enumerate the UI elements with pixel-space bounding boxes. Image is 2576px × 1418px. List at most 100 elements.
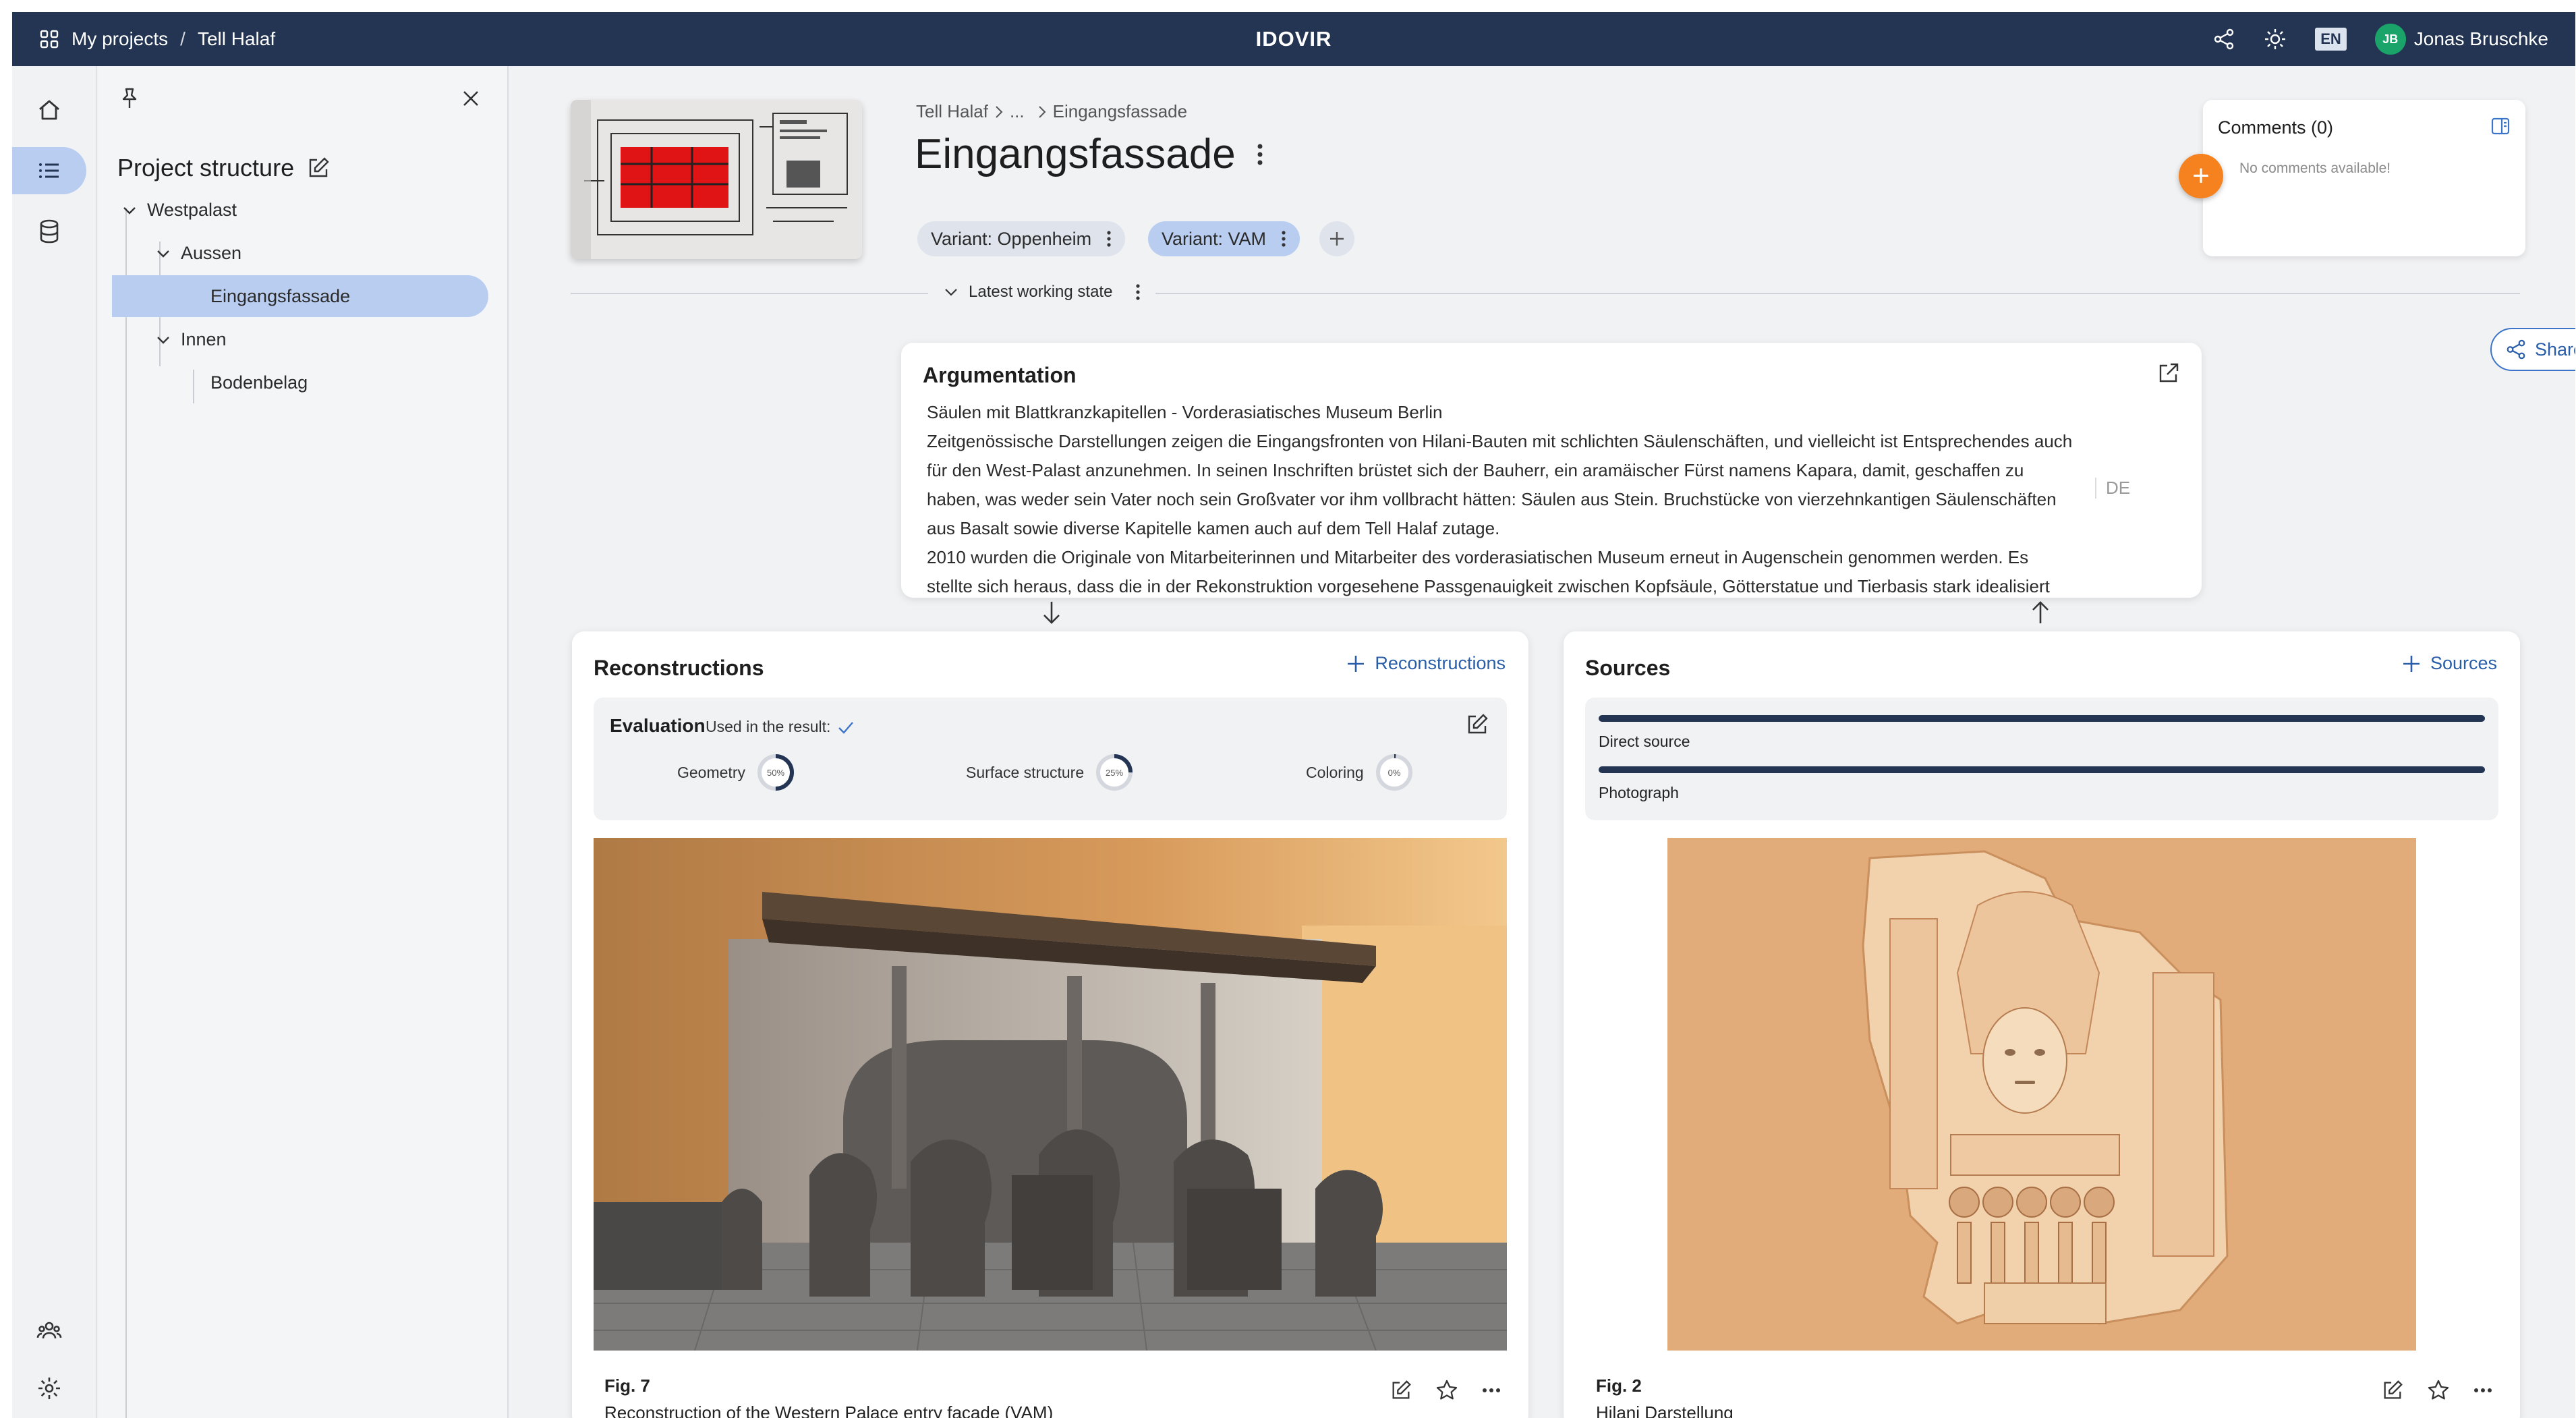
project-structure-label: Project structure bbox=[117, 154, 295, 181]
more-icon[interactable] bbox=[2473, 1387, 2493, 1394]
tree-item-label: Westpalast bbox=[147, 200, 237, 220]
sources-card: Sources Sources Direct source Photograph bbox=[1564, 631, 2520, 1418]
sources-title: Sources bbox=[1585, 656, 1671, 680]
tree-item-label: Innen bbox=[181, 329, 227, 349]
tree-item-bodenbelag[interactable]: Bodenbelag bbox=[210, 372, 308, 393]
variant-chip-oppenheim[interactable]: Variant: Oppenheim bbox=[917, 221, 1126, 256]
apps-icon[interactable] bbox=[39, 29, 59, 49]
pin-icon[interactable] bbox=[117, 86, 142, 111]
breadcrumb: Tell Halaf ... Eingangsfassade bbox=[916, 101, 1187, 122]
add-source-label: Sources bbox=[2430, 653, 2497, 673]
add-source-button[interactable]: Sources bbox=[2402, 653, 2497, 674]
source-type-bar bbox=[1599, 715, 2485, 722]
app-window: My projects / Tell Halaf IDOVIR EN JB Jo… bbox=[12, 12, 2575, 1418]
more-icon[interactable] bbox=[1481, 1387, 1501, 1394]
object-thumbnail[interactable] bbox=[571, 100, 862, 259]
reconstruction-caption: Fig. 7 Reconstruction of the Western Pal… bbox=[604, 1372, 1053, 1418]
breadcrumb-item[interactable]: Tell Halaf bbox=[916, 101, 988, 122]
plus-icon bbox=[1346, 654, 1365, 673]
add-comment-button[interactable]: + bbox=[2179, 154, 2223, 198]
argumentation-text: Säulen mit Blattkranzkapitellen - Vorder… bbox=[927, 398, 2114, 598]
check-icon bbox=[837, 720, 855, 735]
add-reconstruction-button[interactable]: Reconstructions bbox=[1346, 653, 1506, 674]
tree-guide-line bbox=[193, 370, 194, 403]
variant-label: Variant: Oppenheim bbox=[931, 228, 1092, 249]
tree-item-label: Bodenbelag bbox=[210, 372, 308, 393]
edit-icon[interactable] bbox=[1390, 1379, 1412, 1402]
settings-button[interactable] bbox=[12, 1365, 86, 1412]
progress-ring: 0% bbox=[1373, 751, 1415, 793]
structure-button[interactable] bbox=[12, 147, 86, 194]
breadcrumb-item[interactable]: ... bbox=[1010, 101, 1025, 122]
argumentation-line: Säulen mit Blattkranzkapitellen - Vorder… bbox=[927, 402, 1443, 422]
project-structure-title: Project structure bbox=[117, 154, 331, 182]
tree-item-westpalast[interactable]: Westpalast bbox=[121, 200, 237, 221]
figure-caption: Reconstruction of the Western Palace ent… bbox=[604, 1402, 1054, 1418]
star-icon[interactable] bbox=[2427, 1379, 2450, 1402]
reconstruction-image[interactable] bbox=[594, 838, 1507, 1351]
star-icon[interactable] bbox=[1435, 1379, 1458, 1402]
argumentation-language[interactable]: DE bbox=[2095, 478, 2130, 499]
language-switch[interactable]: EN bbox=[2315, 28, 2347, 51]
figure-number: Fig. 7 bbox=[604, 1376, 650, 1396]
argumentation-title: Argumentation bbox=[923, 363, 1077, 387]
open-external-icon[interactable] bbox=[2157, 362, 2180, 385]
share-icon bbox=[2505, 339, 2527, 360]
add-reconstruction-label: Reconstructions bbox=[1375, 653, 1506, 673]
share-icon[interactable] bbox=[2212, 28, 2235, 51]
chevron-right-icon bbox=[994, 105, 1004, 119]
tree-guide-line bbox=[125, 208, 127, 1418]
more-icon[interactable] bbox=[1135, 282, 1141, 302]
source-type-bar bbox=[1599, 766, 2485, 773]
source-type-label: Photograph bbox=[1599, 784, 1679, 801]
variant-chip-vam[interactable]: Variant: VAM bbox=[1148, 221, 1300, 256]
used-in-result: Used in the result: bbox=[706, 718, 855, 736]
database-button[interactable] bbox=[12, 208, 86, 255]
reconstructions-title: Reconstructions bbox=[594, 656, 764, 680]
tree-item-eingangsfassade[interactable]: Eingangsfassade bbox=[210, 286, 350, 307]
user-menu[interactable]: JB Jonas Bruschke bbox=[2374, 24, 2548, 55]
more-icon[interactable] bbox=[1256, 141, 1264, 168]
edit-icon[interactable] bbox=[306, 156, 331, 180]
figure-caption: Hilani Darstellung bbox=[1596, 1402, 1734, 1418]
share-button[interactable]: Share bbox=[2490, 328, 2575, 371]
source-type-direct[interactable]: Direct source bbox=[1599, 715, 2485, 751]
metric-surface-structure: Surface structure 25% bbox=[966, 751, 1135, 793]
arrow-down-icon[interactable] bbox=[1040, 599, 1063, 626]
close-icon[interactable] bbox=[460, 88, 482, 109]
argumentation-line: für den West-Palast anzunehmen. In seine… bbox=[927, 460, 2024, 480]
source-type-photograph[interactable]: Photograph bbox=[1599, 766, 2485, 802]
edit-icon[interactable] bbox=[2381, 1379, 2404, 1402]
add-variant-button[interactable] bbox=[1319, 221, 1354, 256]
chevron-down-icon bbox=[155, 246, 171, 262]
more-icon[interactable] bbox=[1281, 229, 1286, 249]
comments-panel: Comments (0) + No comments available! bbox=[2179, 100, 2525, 256]
source-image[interactable] bbox=[1667, 838, 2416, 1351]
brightness-icon[interactable] bbox=[2264, 28, 2287, 51]
figure-number: Fig. 2 bbox=[1596, 1376, 1642, 1396]
tree-item-label: Aussen bbox=[181, 243, 242, 263]
share-label: Share bbox=[2535, 339, 2575, 360]
my-projects-link[interactable]: My projects bbox=[71, 28, 168, 50]
tree-item-aussen[interactable]: Aussen bbox=[155, 243, 241, 264]
more-icon[interactable] bbox=[1106, 229, 1112, 249]
home-button[interactable] bbox=[12, 86, 86, 134]
comments-empty-text: No comments available! bbox=[2239, 161, 2391, 176]
arrow-up-icon[interactable] bbox=[2029, 599, 2052, 626]
team-button[interactable] bbox=[12, 1307, 86, 1355]
divider bbox=[571, 293, 2520, 294]
metric-coloring: Coloring 0% bbox=[1306, 751, 1415, 793]
chevron-down-icon bbox=[943, 284, 959, 300]
home-icon bbox=[36, 96, 63, 123]
plus-icon bbox=[2402, 654, 2421, 673]
metric-geometry: Geometry 50% bbox=[677, 751, 797, 793]
working-state-selector[interactable]: Latest working state bbox=[928, 282, 1156, 302]
main-content: Tell Halaf ... Eingangsfassade Eingangsf… bbox=[510, 66, 2575, 1418]
breadcrumb-item[interactable]: Eingangsfassade bbox=[1053, 101, 1187, 122]
source-tools bbox=[2381, 1379, 2493, 1402]
page-title-text: Eingangsfassade bbox=[915, 131, 1236, 177]
project-name-link[interactable]: Tell Halaf bbox=[198, 28, 275, 50]
edit-icon[interactable] bbox=[1465, 712, 1489, 737]
tree-item-innen[interactable]: Innen bbox=[155, 329, 227, 350]
panel-icon[interactable] bbox=[2490, 116, 2511, 136]
